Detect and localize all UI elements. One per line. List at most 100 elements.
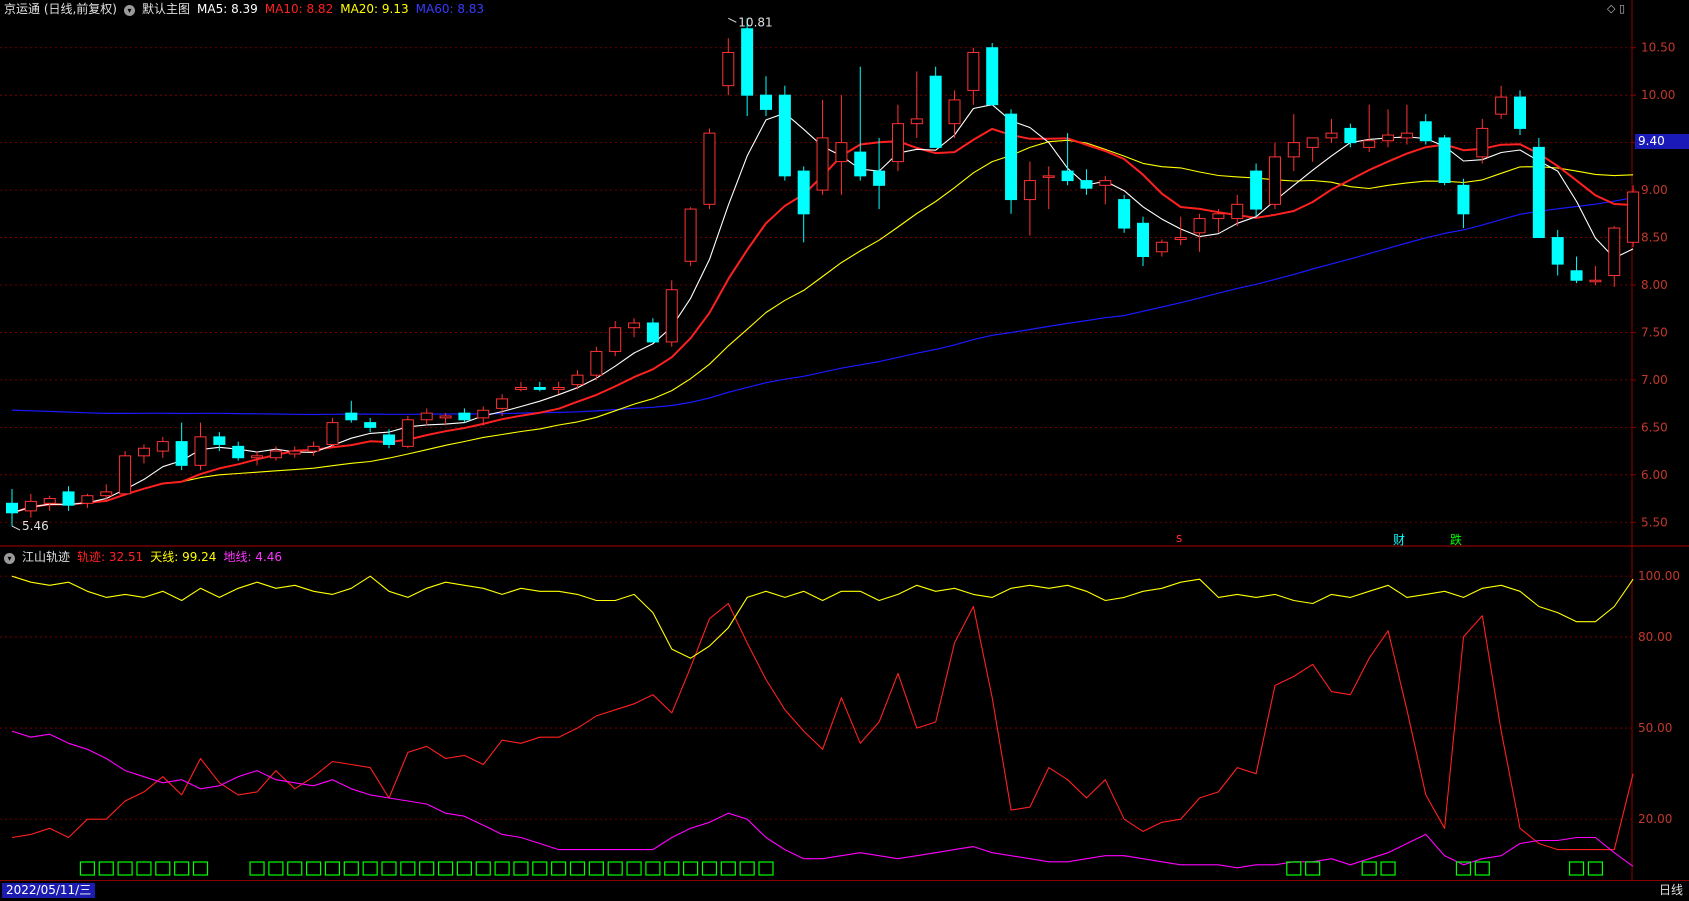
time-axis[interactable]: 2022/05/11/三 日线: [0, 880, 1689, 901]
candle-body: [43, 498, 56, 504]
cursor-date: 2022/05/11/三: [2, 883, 96, 898]
diamond-icon[interactable]: ◇: [1607, 2, 1615, 15]
price-tick-label: 6.00: [1641, 468, 1668, 482]
indicator-tick-label: 80.00: [1638, 630, 1672, 644]
candle-body: [119, 455, 132, 495]
candle-body: [552, 387, 565, 390]
candle-body: [571, 374, 584, 386]
signal-box: [249, 861, 265, 876]
candlesticks: [6, 18, 1640, 527]
signal-box: [456, 861, 472, 876]
candle: [1023, 161, 1036, 236]
candle: [967, 47, 980, 105]
candle: [778, 85, 791, 181]
restore-icon[interactable]: ▯: [1619, 2, 1625, 15]
candle-body: [835, 142, 848, 163]
candle-body: [496, 398, 509, 409]
candle-body: [1438, 137, 1451, 183]
candle: [420, 408, 433, 426]
candle-body: [1532, 146, 1545, 239]
price-tick-label: 9.00: [1641, 183, 1668, 197]
candle: [1608, 226, 1621, 287]
marker-s[interactable]: s: [1176, 531, 1182, 545]
candle: [1400, 104, 1413, 145]
signal-box: [1305, 861, 1321, 876]
signal-box: [720, 861, 736, 876]
candle-body: [1457, 184, 1470, 215]
candle-body: [326, 422, 339, 445]
signal-box: [419, 861, 435, 876]
candle: [288, 446, 301, 458]
candle: [590, 346, 603, 380]
annotation-label: 5.46: [22, 519, 49, 533]
candle: [703, 128, 716, 210]
candle: [1118, 194, 1131, 233]
stock-title[interactable]: 京运通 (日线,前复权): [4, 2, 117, 16]
candle-body: [1344, 127, 1357, 144]
annotation-pointer: [728, 17, 737, 23]
candle-body: [514, 387, 527, 390]
candle: [854, 66, 867, 181]
signal-box: [569, 861, 586, 876]
signal-box: [174, 861, 190, 876]
indicator-settings-icon[interactable]: ▾: [4, 553, 15, 564]
candle: [1268, 142, 1281, 210]
candle: [1570, 256, 1583, 284]
indicator-name[interactable]: 江山轨迹: [22, 550, 70, 564]
candle: [62, 486, 75, 511]
candle: [1532, 137, 1545, 239]
candle-body: [251, 455, 264, 459]
candle: [1438, 135, 1451, 186]
marker-cai[interactable]: 财: [1393, 531, 1405, 548]
chart-canvas[interactable]: 10.5010.009.509.008.508.007.507.006.506.…: [0, 0, 1689, 900]
settings-icon[interactable]: ▾: [124, 5, 135, 16]
candle: [1495, 85, 1508, 119]
candle: [609, 321, 622, 357]
candle: [1250, 163, 1263, 217]
candle-body: [1023, 180, 1036, 201]
candle: [401, 415, 414, 449]
candle-body: [137, 447, 150, 457]
signal-box: [588, 861, 604, 876]
annotation-pointer: [11, 525, 21, 531]
period-button[interactable]: 日线: [1659, 883, 1683, 898]
dixian-line: [11, 730, 1634, 869]
candle: [137, 444, 150, 464]
candle-body: [1212, 213, 1225, 220]
signal-box: [287, 861, 303, 876]
candle-body: [1627, 191, 1640, 243]
dixian-value: 地线: 4.46: [223, 550, 283, 564]
candle: [1193, 213, 1206, 252]
signal-box: [645, 861, 661, 876]
candle: [1155, 239, 1168, 257]
candle-body: [1419, 121, 1432, 142]
candle: [684, 207, 697, 267]
signal-box: [758, 861, 774, 876]
candle-body: [1570, 270, 1583, 281]
price-tick-label: 10.50: [1641, 41, 1675, 55]
signal-box: [268, 861, 284, 876]
candle: [43, 495, 56, 511]
candle-body: [1287, 142, 1300, 158]
tianxian-line: [11, 575, 1634, 659]
candle: [364, 417, 377, 433]
price-tick-label: 6.50: [1641, 420, 1668, 434]
candle-body: [797, 170, 810, 215]
candle-body: [1231, 203, 1244, 220]
candle-body: [194, 436, 207, 466]
candle: [1363, 104, 1376, 153]
candle-body: [1551, 237, 1564, 265]
ma10-value: MA10: 8.82: [264, 2, 334, 16]
signal-box: [682, 861, 699, 876]
candle: [232, 441, 245, 461]
candle-body: [684, 208, 697, 262]
candle-body: [232, 445, 245, 459]
candle-body: [1476, 127, 1489, 158]
template-name[interactable]: 默认主图: [142, 2, 190, 16]
candle: [1476, 118, 1489, 164]
candle: [628, 318, 641, 338]
candle-body: [477, 409, 490, 419]
candle: [948, 90, 961, 138]
marker-die[interactable]: 跌: [1450, 531, 1462, 548]
candle-body: [873, 170, 886, 186]
